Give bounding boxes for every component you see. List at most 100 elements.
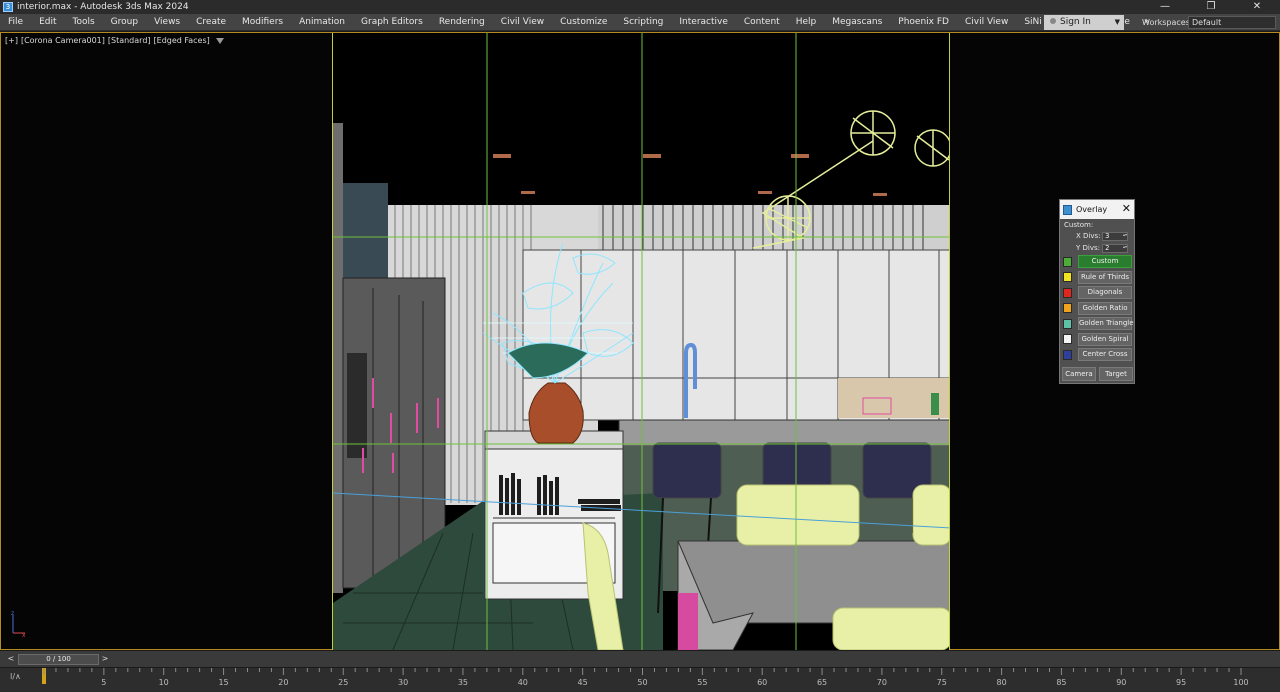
axis-gizmo-icon: z x	[11, 610, 26, 637]
timeline-tick-label: 100	[1233, 678, 1248, 687]
timeline-tick-label: 35	[458, 678, 468, 687]
prev-frame-button[interactable]: <	[6, 654, 16, 664]
overlay-option-button[interactable]: Golden Ratio	[1078, 301, 1132, 315]
menu-animation[interactable]: Animation	[291, 14, 353, 31]
overlay-option-button[interactable]: Golden Triangle	[1078, 317, 1134, 331]
menu-group[interactable]: Group	[103, 14, 146, 31]
timeline-tick-label: 5	[101, 678, 106, 687]
camera-button[interactable]: Camera	[1062, 366, 1096, 381]
timeline-tick-label: 75	[937, 678, 947, 687]
overlay-option-button[interactable]: Golden Spiral	[1078, 332, 1132, 346]
camera-viewport[interactable]: [+] [Corona Camera001] [Standard] [Edged Fa…	[0, 32, 1280, 650]
menu-modifiers[interactable]: Modifiers	[234, 14, 291, 31]
track-bar[interactable]: I/∧ 5 10 15 20 25 30 35 40 45 50 55 60 65 70 75 80 85 90 9…	[0, 667, 1280, 692]
menu-file[interactable]: File	[0, 14, 31, 31]
chevron-down-icon: ▼	[1114, 18, 1120, 26]
time-slider-bar: < 0 / 100 >	[0, 651, 1280, 667]
overlay-color-swatch[interactable]	[1063, 287, 1072, 298]
sign-in-button[interactable]: Sign In ▼	[1044, 15, 1124, 30]
sign-in-label: Sign In	[1060, 17, 1091, 27]
viewport-standard-label[interactable]: [Standard]	[108, 36, 151, 45]
overlay-bottom-buttons: Camera Target	[1060, 363, 1134, 381]
window-title: interior.max - Autodesk 3ds Max 2024	[17, 2, 189, 12]
xdivs-spinner[interactable]: 3	[1102, 231, 1128, 241]
menu-create[interactable]: Create	[188, 14, 234, 31]
overlay-option-row: Custom	[1060, 254, 1134, 270]
overlay-header[interactable]: Overlay ✕	[1060, 200, 1134, 219]
overlay-option-button[interactable]: Diagonals	[1078, 286, 1132, 300]
overlay-option-button[interactable]: Rule of Thirds	[1078, 270, 1132, 284]
overlay-option-row: Golden Ratio	[1060, 301, 1134, 317]
overlay-option-row: Diagonals	[1060, 285, 1134, 301]
menu-views[interactable]: Views	[146, 14, 188, 31]
menu-tools[interactable]: Tools	[65, 14, 103, 31]
timeline-tick-label: 65	[817, 678, 827, 687]
minimize-button[interactable]: —	[1142, 0, 1188, 14]
overlay-option-row: Golden Triangle	[1060, 316, 1134, 332]
timeline-tick-label: 95	[1176, 678, 1186, 687]
menu-civil-view-2[interactable]: Civil View	[957, 14, 1016, 31]
back-cabinets	[522, 249, 949, 421]
xdivs-row: X Divs: 3	[1060, 230, 1134, 242]
timeline-tick-label: 55	[697, 678, 707, 687]
menu-civil-view[interactable]: Civil View	[493, 14, 552, 31]
menu-customize[interactable]: Customize	[552, 14, 615, 31]
overlay-option-row: Center Cross	[1060, 347, 1134, 363]
overlay-color-swatch[interactable]	[1063, 318, 1072, 329]
safe-frame	[332, 33, 950, 650]
overlay-title: Overlay	[1076, 205, 1108, 214]
menu-megascans[interactable]: Megascans	[824, 14, 890, 31]
timeline-tick-label: 25	[338, 678, 348, 687]
overlay-color-swatch[interactable]	[1063, 272, 1072, 283]
next-frame-button[interactable]: >	[100, 654, 110, 664]
target-button[interactable]: Target	[1099, 366, 1133, 381]
close-icon[interactable]: ✕	[1122, 202, 1131, 216]
viewport-camera-label[interactable]: [Corona Camera001]	[21, 36, 105, 45]
overlay-custom-label: Custom:	[1064, 221, 1094, 229]
overlay-panel: Overlay ✕ Custom: X Divs: 3 Y Divs: 2 Cu…	[1059, 199, 1135, 384]
timeline-tick-label: 90	[1116, 678, 1126, 687]
overlay-color-swatch[interactable]	[1063, 349, 1072, 360]
overlay-option-row: Golden Spiral	[1060, 332, 1134, 348]
xdivs-label: X Divs:	[1076, 232, 1101, 240]
overlay-option-button[interactable]: Center Cross	[1078, 348, 1132, 362]
overlay-options: Custom Rule of Thirds Diagonals Golden Rati…	[1060, 254, 1134, 363]
overlay-color-swatch[interactable]	[1063, 256, 1072, 267]
title-bar: 3 interior.max - Autodesk 3ds Max 2024 —…	[0, 0, 1280, 14]
filter-icon[interactable]	[215, 38, 224, 44]
ydivs-row: Y Divs: 2	[1060, 242, 1134, 254]
workspace-select[interactable]: Default	[1188, 16, 1276, 29]
window-controls: — ❐ ✕	[1142, 0, 1280, 14]
timeline-tick-label: 50	[637, 678, 647, 687]
menu-graph-editors[interactable]: Graph Editors	[353, 14, 431, 31]
menu-rendering[interactable]: Rendering	[431, 14, 493, 31]
menu-phoenix-fd[interactable]: Phoenix FD	[890, 14, 957, 31]
ydivs-spinner[interactable]: 2	[1102, 243, 1128, 253]
menu-content[interactable]: Content	[736, 14, 788, 31]
user-icon	[1050, 18, 1056, 24]
menu-interactive[interactable]: Interactive	[671, 14, 735, 31]
workspaces-label: Workspaces:	[1142, 18, 1193, 27]
timeline-tick-label: 20	[278, 678, 288, 687]
menu-scripting[interactable]: Scripting	[615, 14, 671, 31]
overlay-color-swatch[interactable]	[1063, 303, 1072, 314]
timeline-tick-label: 30	[398, 678, 408, 687]
close-button[interactable]: ✕	[1234, 0, 1280, 14]
timeline-ruler: 5 10 15 20 25 30 35 40 45 50 55 60 65 70 75 80 85 90 95 100	[43, 668, 1249, 687]
timeline-tick-label: 80	[997, 678, 1007, 687]
overlay-color-swatch[interactable]	[1063, 334, 1072, 345]
svg-text:x: x	[22, 632, 26, 637]
menu-edit[interactable]: Edit	[31, 14, 64, 31]
overlay-option-button[interactable]: Custom	[1078, 255, 1132, 269]
viewport-shading-label[interactable]: [Edged Faces]	[154, 36, 210, 45]
overlay-app-icon	[1063, 204, 1072, 215]
timeline-tick-label: 40	[518, 678, 528, 687]
scene-render	[333, 33, 949, 650]
viewport-menu-plus[interactable]: [+]	[5, 36, 18, 45]
svg-text:z: z	[11, 610, 14, 617]
timeline-tick-label: 60	[757, 678, 767, 687]
time-slider[interactable]: 0 / 100	[18, 654, 99, 665]
ydivs-label: Y Divs:	[1076, 244, 1100, 252]
menu-help[interactable]: Help	[788, 14, 825, 31]
restore-button[interactable]: ❐	[1188, 0, 1234, 14]
